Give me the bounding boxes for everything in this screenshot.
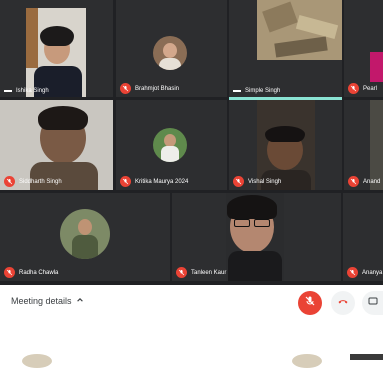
mic-off-icon xyxy=(176,267,187,278)
mic-off-icon xyxy=(348,176,359,187)
participant-name-bar: Radha Chawla xyxy=(4,267,58,278)
participant-video xyxy=(229,0,342,97)
present-icon xyxy=(367,294,379,312)
participant-name-bar: Anand xyxy=(348,176,380,187)
participant-name-bar: Kritika Maurya 2024 xyxy=(120,176,188,187)
participant-name-bar: Ishika Singh xyxy=(4,88,49,94)
participant-avatar xyxy=(153,36,187,70)
participant-name: Simple Singh xyxy=(245,88,281,94)
participant-tile-2[interactable]: Brahmjot Bhasin xyxy=(116,0,227,97)
avatar-fragment xyxy=(292,354,322,368)
participant-name: Tanleen Kaur xyxy=(191,269,227,276)
participant-name-bar: Pearl xyxy=(348,83,377,94)
participant-tile-11[interactable]: Ananya xyxy=(343,193,383,281)
mic-off-icon xyxy=(120,83,131,94)
participant-name: Anand xyxy=(363,178,381,185)
participant-tile-8[interactable]: Anand xyxy=(344,100,383,190)
chevron-up-icon xyxy=(76,296,84,306)
participant-tile-3[interactable]: Simple Singh xyxy=(229,0,342,97)
participant-name-bar: Simple Singh xyxy=(233,88,280,94)
meeting-details-label: Meeting details xyxy=(11,296,72,306)
participant-name: Radha Chawla xyxy=(19,269,59,276)
speaking-dash-icon xyxy=(4,90,12,92)
participant-name: Brahmjot Bhasin xyxy=(135,85,180,92)
video-grid: Ishika Singh Brahmjot Bhasin Simple Sing… xyxy=(0,0,383,285)
leave-call-button[interactable] xyxy=(331,291,355,315)
participant-name: Ishika Singh xyxy=(16,88,49,94)
meeting-details-button[interactable]: Meeting details xyxy=(11,296,84,306)
participant-tile-9[interactable]: Radha Chawla xyxy=(0,193,170,281)
dark-fragment xyxy=(350,354,383,360)
participant-tile-6[interactable]: Kritika Maurya 2024 xyxy=(116,100,227,190)
mic-toggle-button[interactable] xyxy=(298,291,322,315)
speaking-dash-icon xyxy=(233,90,241,92)
mic-icon xyxy=(304,294,316,312)
participant-name-bar: Vishal Singh xyxy=(233,176,281,187)
mic-off-icon xyxy=(120,176,131,187)
participant-name: Kritika Maurya 2024 xyxy=(135,178,189,185)
participant-name-bar: Siddharth Singh xyxy=(4,176,62,187)
participant-avatar xyxy=(153,128,187,162)
participant-name-bar: Ananya xyxy=(347,267,382,278)
participant-name-bar: Brahmjot Bhasin xyxy=(120,83,179,94)
participant-name: Pearl xyxy=(363,85,378,92)
mic-off-icon xyxy=(347,267,358,278)
mic-off-icon xyxy=(233,176,244,187)
present-button[interactable] xyxy=(362,291,383,315)
mic-off-icon xyxy=(348,83,359,94)
partial-bottom-strip xyxy=(0,340,383,368)
participant-name-bar: Tanleen Kaur xyxy=(176,267,226,278)
participant-tile-7[interactable]: Vishal Singh xyxy=(229,100,342,190)
avatar-fragment xyxy=(22,354,52,368)
participant-name: Siddharth Singh xyxy=(19,178,62,185)
participant-name: Vishal Singh xyxy=(248,178,282,185)
phone-hangup-icon xyxy=(337,294,349,312)
participant-tile-1[interactable]: Ishika Singh xyxy=(0,0,113,97)
mic-off-icon xyxy=(4,267,15,278)
participant-tile-4[interactable]: Pearl xyxy=(344,0,383,97)
mic-off-icon xyxy=(4,176,15,187)
participant-avatar xyxy=(60,209,110,259)
participant-name: Ananya xyxy=(362,269,383,276)
participant-tile-5[interactable]: Siddharth Singh xyxy=(0,100,113,190)
participant-video xyxy=(0,0,113,97)
participant-tile-10[interactable]: Tanleen Kaur xyxy=(172,193,341,281)
